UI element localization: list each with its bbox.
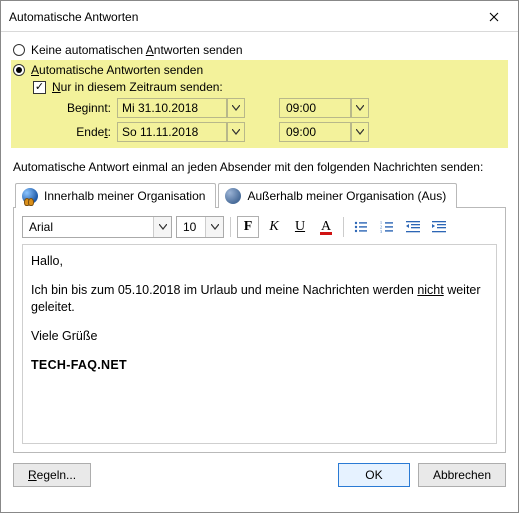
end-time-field[interactable]: 09:00	[279, 122, 351, 142]
font-color-swatch	[320, 232, 332, 235]
begin-time-field[interactable]: 09:00	[279, 98, 351, 118]
checkbox-timerange[interactable]: Nur in diesem Zeitraum senden:	[13, 78, 506, 98]
numbered-list-icon: 1 2 3	[380, 220, 394, 234]
begin-date-field[interactable]: Mi 31.10.2018	[117, 98, 227, 118]
begin-time-dropdown[interactable]	[351, 98, 369, 118]
editor-panel: Arial 10 F K U A	[13, 208, 506, 453]
radio-autoreply-on-label: Automatische Antworten senden	[31, 63, 203, 77]
tab-inside-org[interactable]: Innerhalb meiner Organisation	[15, 183, 216, 208]
chevron-down-icon	[232, 129, 240, 135]
autoreply-on-block: Automatische Antworten senden Nur in die…	[11, 60, 508, 148]
close-icon	[489, 12, 499, 22]
bullet-list-icon	[354, 220, 368, 234]
msg-body: Ich bin bis zum 05.10.2018 im Urlaub und…	[31, 282, 488, 316]
italic-button[interactable]: K	[263, 216, 285, 238]
timerange-grid: Beginnt: Mi 31.10.2018 09:00 Endet: So 1…	[13, 98, 506, 142]
outdent-icon	[406, 220, 420, 234]
dialog-footer: Regeln OK Abbrechen	[1, 453, 518, 499]
tab-inside-label: Innerhalb meiner Organisation	[44, 189, 205, 203]
globe-icon	[225, 188, 241, 204]
bold-button[interactable]: F	[237, 216, 259, 238]
chevron-down-icon	[356, 129, 364, 135]
chevron-down-icon	[211, 224, 219, 230]
editor-toolbar: Arial 10 F K U A	[22, 216, 497, 238]
radio-no-autoreply[interactable]: Keine automatischen Antworten senden	[13, 42, 506, 58]
msg-signature: TECH-FAQ.NET	[31, 357, 488, 374]
numbered-list-button[interactable]: 1 2 3	[376, 216, 398, 238]
indent-button[interactable]	[428, 216, 450, 238]
end-time-dropdown[interactable]	[351, 122, 369, 142]
chevron-down-icon	[232, 105, 240, 111]
radio-no-autoreply-label: Keine automatischen Antworten senden	[31, 43, 243, 57]
message-body[interactable]: Hallo, Ich bin bis zum 05.10.2018 im Url…	[22, 244, 497, 444]
font-family-combo[interactable]: Arial	[22, 216, 172, 238]
font-family-value: Arial	[23, 220, 59, 234]
toolbar-separator	[343, 217, 344, 237]
indent-icon	[432, 220, 446, 234]
radio-autoreply-on[interactable]: Automatische Antworten senden	[13, 62, 506, 78]
toolbar-separator	[230, 217, 231, 237]
tab-outside-label: Außerhalb meiner Organisation (Aus)	[247, 189, 446, 203]
underline-button[interactable]: U	[289, 216, 311, 238]
msg-closing: Viele Grüße	[31, 328, 488, 345]
titlebar: Automatische Antworten	[1, 1, 518, 32]
radio-icon	[13, 64, 25, 76]
outdent-button[interactable]	[402, 216, 424, 238]
radio-icon	[13, 44, 25, 56]
msg-greeting: Hallo,	[31, 253, 488, 270]
font-family-dropdown[interactable]	[153, 217, 171, 237]
tabs: Innerhalb meiner Organisation Außerhalb …	[13, 182, 506, 208]
close-button[interactable]	[478, 7, 510, 27]
rules-button[interactable]: Regeln	[13, 463, 91, 487]
globe-people-icon	[22, 188, 38, 204]
bullet-list-button[interactable]	[350, 216, 372, 238]
checkbox-timerange-label: Nur in diesem Zeitraum senden:	[52, 80, 223, 94]
dialog-content: Keine automatischen Antworten senden Aut…	[1, 32, 518, 453]
font-size-combo[interactable]: 10	[176, 216, 224, 238]
font-size-dropdown[interactable]	[205, 217, 223, 237]
chevron-down-icon	[356, 105, 364, 111]
end-date-dropdown[interactable]	[227, 122, 245, 142]
svg-text:3: 3	[380, 229, 382, 234]
instruction-text: Automatische Antwort einmal an jeden Abs…	[13, 148, 506, 182]
end-label: Endet:	[57, 125, 117, 139]
font-size-value: 10	[177, 220, 202, 234]
end-date-field[interactable]: So 11.11.2018	[117, 122, 227, 142]
chevron-down-icon	[159, 224, 167, 230]
begin-date-dropdown[interactable]	[227, 98, 245, 118]
font-color-button[interactable]: A	[315, 216, 337, 238]
ok-button[interactable]: OK	[338, 463, 410, 487]
cancel-button[interactable]: Abbrechen	[418, 463, 506, 487]
checkbox-icon	[33, 81, 46, 94]
begin-label: Beginnt:	[57, 101, 117, 115]
tab-outside-org[interactable]: Außerhalb meiner Organisation (Aus)	[218, 183, 457, 208]
dialog-title: Automatische Antworten	[9, 10, 138, 24]
